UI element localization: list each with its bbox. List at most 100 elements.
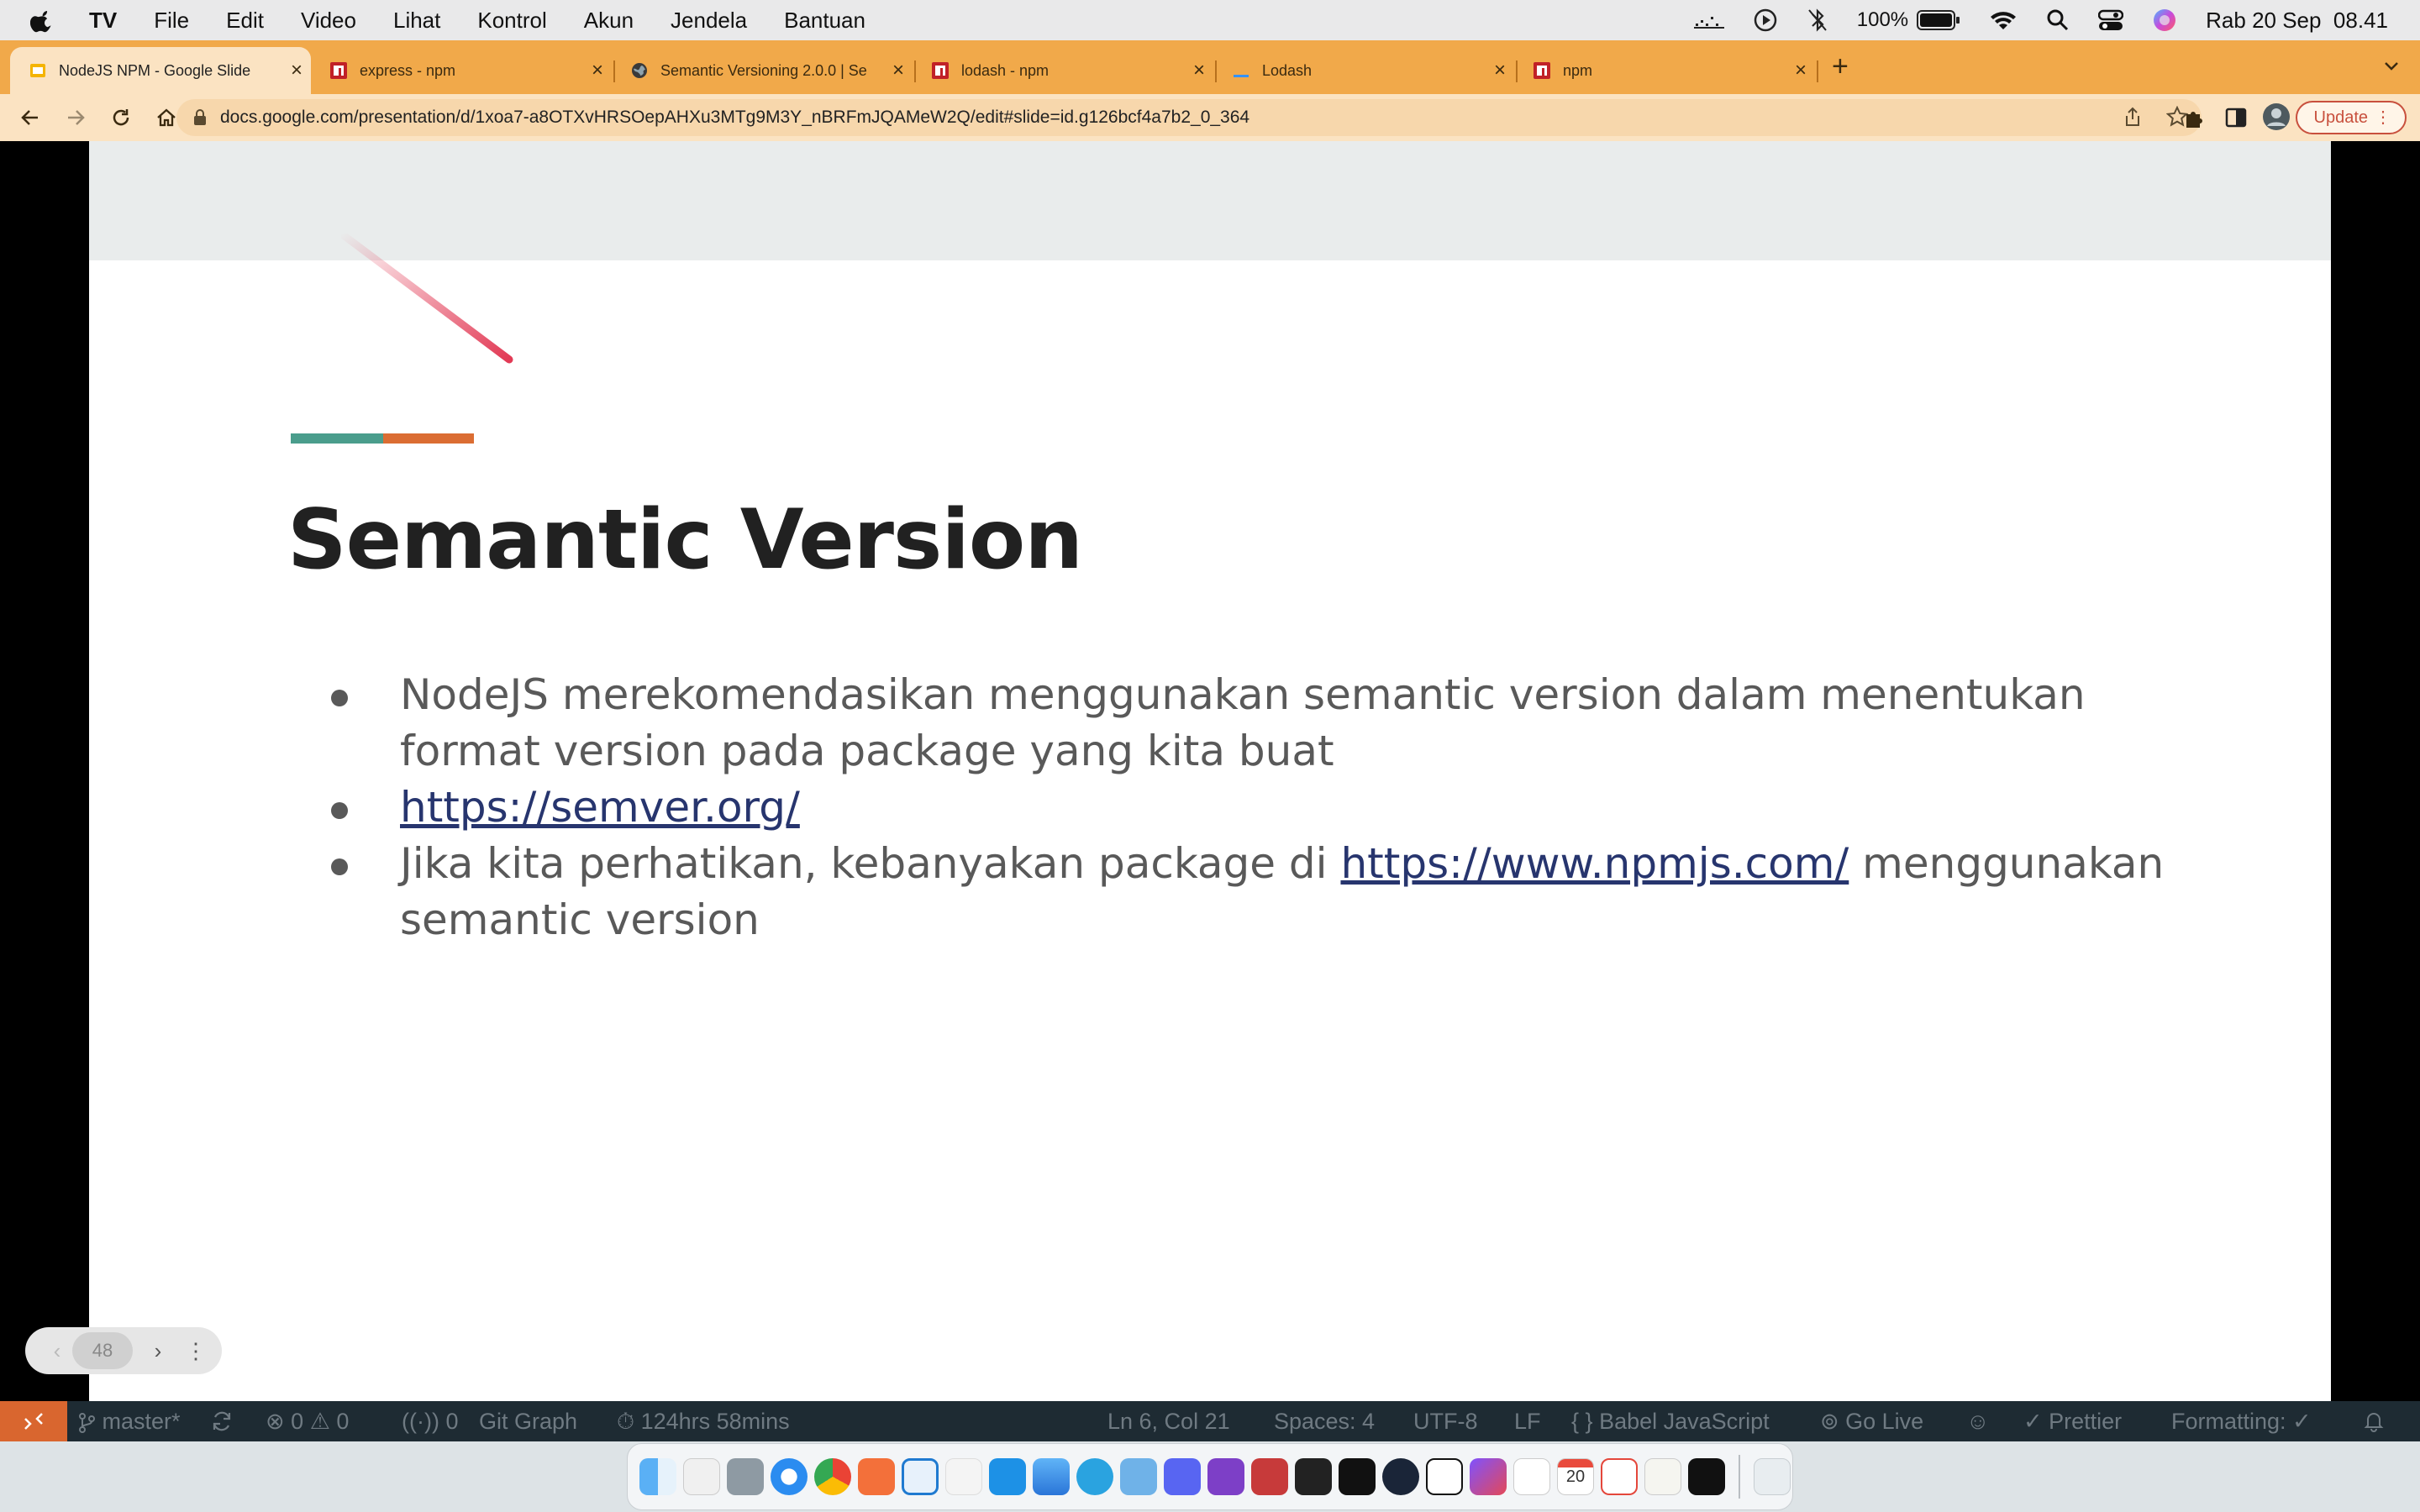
slide-page-number[interactable]: 48 xyxy=(72,1332,133,1369)
swift-playgrounds-icon[interactable] xyxy=(858,1458,895,1495)
database-client-icon[interactable] xyxy=(1251,1458,1288,1495)
close-icon[interactable]: × xyxy=(1193,59,1205,82)
discord-icon[interactable] xyxy=(1164,1458,1201,1495)
broadcast-icon: ⊚ xyxy=(1820,1409,1839,1434)
new-tab-button[interactable]: + xyxy=(1832,50,1849,83)
language-mode[interactable]: { } Babel JavaScript xyxy=(1571,1401,1770,1441)
safari-icon[interactable] xyxy=(771,1458,808,1495)
back-button[interactable] xyxy=(15,102,45,133)
telegram-icon[interactable] xyxy=(1076,1458,1113,1495)
notion-icon[interactable] xyxy=(1426,1458,1463,1495)
capcut-icon[interactable] xyxy=(1513,1458,1550,1495)
previous-slide-button[interactable]: ‹ xyxy=(42,1338,72,1364)
app-store-icon[interactable] xyxy=(727,1458,764,1495)
slide-canvas: Semantic Version NodeJS merekomendasikan… xyxy=(89,141,2331,1401)
git-graph-button[interactable]: Git Graph xyxy=(479,1401,577,1441)
mongodb-compass-icon[interactable] xyxy=(945,1458,982,1495)
close-icon[interactable]: × xyxy=(592,59,603,82)
menubar-clock[interactable]: Rab 20 Sep 08.41 xyxy=(2206,8,2388,34)
calendar-day: 20 xyxy=(1565,1467,1586,1486)
docker-icon[interactable] xyxy=(989,1458,1026,1495)
network-activity-icon[interactable] xyxy=(1693,10,1724,30)
chrome-icon[interactable] xyxy=(814,1458,851,1495)
remote-indicator[interactable] xyxy=(0,1401,67,1441)
address-bar[interactable]: docs.google.com/presentation/d/1xoa7-a8O… xyxy=(176,99,2202,136)
wps-office-icon[interactable] xyxy=(1601,1458,1638,1495)
apple-logo-icon[interactable] xyxy=(30,8,55,33)
lock-icon[interactable] xyxy=(193,109,207,126)
menu-file[interactable]: File xyxy=(154,8,189,34)
update-button[interactable]: Update ⋮ xyxy=(2295,101,2407,134)
cursor-position[interactable]: Ln 6, Col 21 xyxy=(1107,1401,1230,1441)
folder-icon[interactable] xyxy=(1120,1458,1157,1495)
kotlin-icon[interactable] xyxy=(1470,1458,1507,1495)
reload-button[interactable] xyxy=(106,102,136,133)
tab-title: Semantic Versioning 2.0.0 | Se xyxy=(660,61,867,79)
launchpad-icon[interactable] xyxy=(683,1458,720,1495)
github-desktop-icon[interactable] xyxy=(1207,1458,1244,1495)
more-options-icon[interactable]: ⋮ xyxy=(183,1338,208,1364)
npm-icon xyxy=(330,62,347,79)
patch-icon[interactable] xyxy=(1339,1458,1376,1495)
side-panel-icon[interactable] xyxy=(2225,106,2247,129)
end-of-line[interactable]: LF xyxy=(1514,1401,1541,1441)
tab-express-npm[interactable]: express - npm × xyxy=(311,47,612,94)
spotlight-search-icon[interactable] xyxy=(2046,8,2070,32)
tab-npm[interactable]: npm × xyxy=(1514,47,1815,94)
control-center-icon[interactable] xyxy=(2098,8,2124,32)
share-icon[interactable] xyxy=(2123,106,2143,128)
bluetooth-off-icon[interactable] xyxy=(1807,8,1828,33)
figma-icon[interactable] xyxy=(1295,1458,1332,1495)
next-slide-button[interactable]: › xyxy=(133,1338,183,1364)
menu-jendela[interactable]: Jendela xyxy=(671,8,747,34)
git-branch[interactable]: master* xyxy=(77,1401,181,1441)
vscode-icon[interactable] xyxy=(902,1458,939,1495)
chevron-down-icon[interactable] xyxy=(2380,54,2403,77)
tab-nodejs-npm-slides[interactable]: NodeJS NPM - Google Slide × xyxy=(10,47,311,94)
semver-link[interactable]: https://semver.org/ xyxy=(400,783,800,832)
ports-indicator[interactable]: ((·)) 0 xyxy=(402,1401,459,1441)
time-tracker[interactable]: ⏱ 124hrs 58mins xyxy=(617,1401,790,1441)
apple-tv-icon[interactable] xyxy=(1688,1458,1725,1495)
wifi-icon[interactable] xyxy=(1989,8,2018,32)
calendar-icon[interactable]: 20 xyxy=(1557,1458,1594,1495)
menu-bantuan[interactable]: Bantuan xyxy=(784,8,865,34)
url-text[interactable]: docs.google.com/presentation/d/1xoa7-a8O… xyxy=(220,108,1249,128)
file-encoding[interactable]: UTF-8 xyxy=(1413,1401,1478,1441)
finder-icon[interactable] xyxy=(639,1458,676,1495)
forward-button[interactable] xyxy=(60,102,91,133)
menu-edit[interactable]: Edit xyxy=(226,8,264,34)
copilot-icon[interactable]: ☺ xyxy=(1966,1401,1990,1441)
sync-icon[interactable] xyxy=(210,1410,234,1432)
battery-icon[interactable] xyxy=(1917,9,1960,31)
npmjs-link[interactable]: https://www.npmjs.com/ xyxy=(1340,839,1849,888)
extensions-puzzle-icon[interactable] xyxy=(2183,106,2207,129)
mail-icon[interactable] xyxy=(1033,1458,1070,1495)
go-live-button[interactable]: ⊚ Go Live xyxy=(1820,1401,1923,1441)
postman-icon[interactable] xyxy=(1382,1458,1419,1495)
tab-lodash[interactable]: Lodash × xyxy=(1213,47,1514,94)
close-icon[interactable]: × xyxy=(1494,59,1506,82)
play-circle-icon[interactable] xyxy=(1753,8,1778,33)
close-icon[interactable]: × xyxy=(892,59,904,82)
slide-navigation-pill: ‹ 48 › ⋮ xyxy=(25,1327,222,1374)
tab-semantic-versioning[interactable]: Semantic Versioning 2.0.0 | Se × xyxy=(612,47,913,94)
profile-avatar-icon[interactable] xyxy=(2262,102,2291,131)
close-icon[interactable]: × xyxy=(291,59,302,82)
formatting-status[interactable]: Formatting: ✓ xyxy=(2171,1401,2312,1441)
close-icon[interactable]: × xyxy=(1795,59,1807,82)
problems-indicator[interactable]: ⊗ 0 ⚠ 0 xyxy=(266,1401,349,1441)
siri-icon[interactable] xyxy=(2152,8,2177,33)
notifications-bell-icon[interactable] xyxy=(2363,1410,2385,1432)
menu-lihat[interactable]: Lihat xyxy=(393,8,440,34)
menu-app-tv[interactable]: TV xyxy=(89,8,117,34)
trash-icon[interactable] xyxy=(1754,1458,1791,1495)
menu-kontrol[interactable]: Kontrol xyxy=(477,8,546,34)
menu-akun[interactable]: Akun xyxy=(584,8,634,34)
textedit-icon[interactable] xyxy=(1644,1458,1681,1495)
menu-video[interactable]: Video xyxy=(301,8,356,34)
indentation[interactable]: Spaces: 4 xyxy=(1274,1401,1375,1441)
prettier-status[interactable]: ✓ Prettier xyxy=(2023,1401,2122,1441)
tab-lodash-npm[interactable]: lodash - npm × xyxy=(913,47,1213,94)
title-accent-bar xyxy=(291,433,474,444)
